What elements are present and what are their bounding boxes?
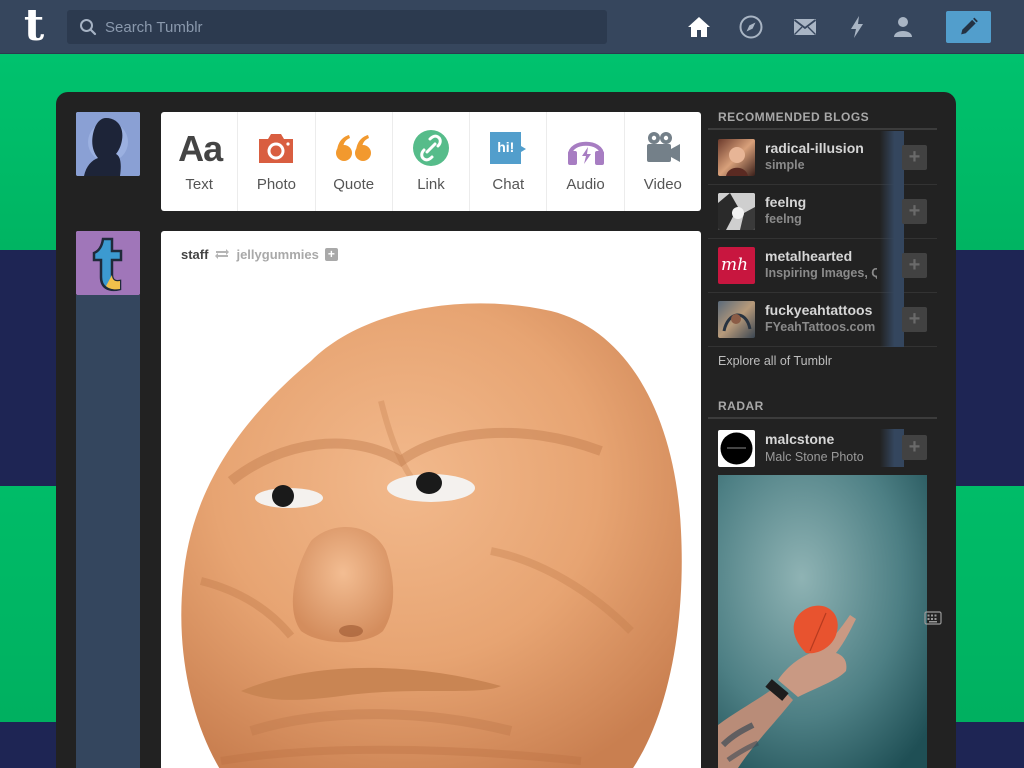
quote-icon	[335, 135, 371, 161]
tumblr-logo[interactable]: t	[14, 4, 54, 48]
post-card: staff jellygummies +	[161, 231, 701, 768]
post-type-bar: Aa Text Photo Quote Link hi! Chat Audio …	[161, 112, 701, 211]
recommended-blog-row[interactable]: radical-illusion simple +	[708, 131, 937, 185]
blog-title: Inspiring Images, Qu	[765, 266, 877, 280]
top-header: t	[0, 0, 1024, 54]
radar-title: RADAR	[718, 399, 764, 413]
hand-holding-leaf-photo	[718, 475, 927, 768]
headphones-icon	[567, 141, 604, 165]
activity-icon[interactable]	[844, 14, 870, 40]
keyboard-shortcuts-icon[interactable]	[924, 611, 942, 625]
post-type-chat[interactable]: hi! Chat	[470, 112, 548, 211]
reblogged-from-link[interactable]: jellygummies	[236, 247, 318, 262]
recommended-blog-row[interactable]: feelng feelng +	[708, 185, 937, 239]
search-input[interactable]	[105, 10, 595, 44]
blog-title: FYeahTattoos.com	[765, 320, 876, 334]
staff-column	[76, 295, 140, 768]
chat-icon: hi!	[487, 129, 529, 169]
recommended-blogs-title: RECOMMENDED BLOGS	[718, 110, 870, 124]
blog-avatar-text: mh	[721, 255, 749, 275]
search-icon	[80, 19, 97, 36]
follow-button[interactable]: +	[902, 435, 927, 460]
follow-button[interactable]: +	[902, 199, 927, 224]
video-camera-icon	[646, 132, 680, 162]
post-type-photo[interactable]: Photo	[238, 112, 316, 211]
explore-all-link[interactable]: Explore all of Tumblr	[718, 354, 832, 368]
post-type-label: Audio	[566, 176, 605, 193]
radar-post-image[interactable]	[718, 475, 927, 768]
blog-avatar[interactable]	[718, 139, 755, 176]
search-box[interactable]	[67, 10, 607, 44]
blog-avatar[interactable]: mh	[718, 247, 755, 284]
staff-avatar[interactable]	[76, 231, 140, 295]
explore-icon[interactable]	[738, 14, 764, 40]
follow-button[interactable]: +	[902, 253, 927, 278]
blog-row-fade	[880, 131, 904, 185]
text-icon: Aa	[178, 128, 223, 169]
recommended-blog-row[interactable]: fuckyeahtattoos FYeahTattoos.com +	[708, 293, 937, 347]
post-image-clay-face[interactable]	[161, 291, 701, 768]
inbox-icon[interactable]	[792, 14, 818, 40]
blog-avatar[interactable]	[718, 301, 755, 338]
post-type-label: Photo	[256, 176, 297, 193]
blog-name[interactable]: malcstone	[765, 431, 834, 447]
post-header: staff jellygummies +	[181, 246, 338, 262]
recommended-blog-row[interactable]: mh metalhearted Inspiring Images, Qu +	[708, 239, 937, 293]
post-type-text[interactable]: Aa Text	[161, 112, 239, 211]
blog-row-fade	[880, 185, 904, 239]
post-type-quote[interactable]: Quote	[316, 112, 393, 211]
radar-blog-row[interactable]: malcstone Malc Stone Photo +	[708, 421, 937, 475]
compose-button[interactable]	[946, 11, 991, 43]
link-icon	[412, 130, 449, 166]
blog-row-fade	[880, 239, 904, 293]
blog-title: simple	[765, 158, 805, 172]
blog-title: Malc Stone Photo	[765, 450, 864, 464]
blog-avatar[interactable]	[718, 193, 755, 230]
chat-icon-text: hi!	[497, 139, 515, 155]
post-type-video[interactable]: Video	[625, 112, 701, 211]
post-author-link[interactable]: staff	[181, 247, 208, 262]
pencil-icon	[961, 17, 978, 35]
section-divider	[708, 417, 937, 419]
blog-name[interactable]: metalhearted	[765, 248, 852, 264]
blog-name[interactable]: radical-illusion	[765, 140, 864, 156]
home-icon[interactable]	[686, 14, 712, 40]
blog-name[interactable]: feelng	[765, 194, 806, 210]
follow-button[interactable]: +	[902, 145, 927, 170]
post-type-label: Quote	[333, 176, 375, 193]
blog-row-fade	[880, 429, 904, 467]
blog-row-fade	[880, 293, 904, 347]
post-type-label: Video	[643, 176, 682, 193]
blog-avatar[interactable]	[718, 430, 755, 467]
follow-plus-icon[interactable]: +	[324, 247, 338, 261]
blog-title: feelng	[765, 212, 802, 226]
post-type-label: Chat	[492, 176, 525, 193]
reblog-icon	[215, 249, 230, 259]
post-type-link[interactable]: Link	[393, 112, 471, 211]
user-silhouette-icon	[76, 112, 140, 176]
post-type-label: Link	[417, 176, 445, 193]
tumblr-staff-icon	[76, 231, 140, 295]
user-avatar[interactable]	[76, 112, 140, 176]
account-icon[interactable]	[890, 14, 916, 40]
post-type-label: Text	[185, 176, 213, 193]
camera-icon	[259, 134, 294, 163]
follow-button[interactable]: +	[902, 307, 927, 332]
section-divider	[708, 128, 937, 130]
post-type-audio[interactable]: Audio	[547, 112, 625, 211]
blog-name[interactable]: fuckyeahtattoos	[765, 302, 872, 318]
